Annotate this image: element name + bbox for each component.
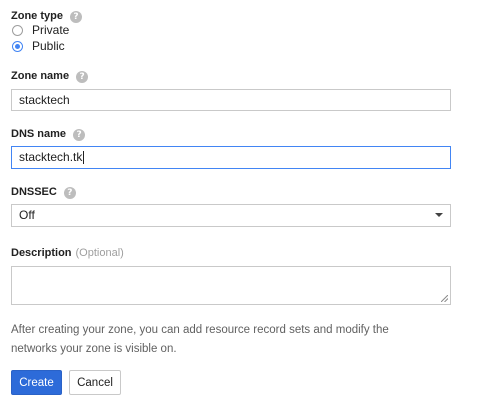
dnssec-label-text: DNSSEC: [11, 186, 57, 198]
zone-name-value: stacktech: [19, 93, 70, 107]
radio-label-private: Private: [32, 23, 70, 37]
info-text-line-2: networks your zone is visible on.: [11, 343, 177, 355]
radio-button-private[interactable]: [12, 24, 23, 36]
description-textarea[interactable]: [11, 266, 451, 305]
dnssec-selected-value: Off: [19, 208, 35, 222]
description-label-text: Description: [11, 247, 72, 259]
dns-name-value: stacktech.tk: [19, 150, 83, 164]
dnssec-select[interactable]: Off: [11, 204, 451, 227]
zone-type-label-text: Zone type: [11, 10, 63, 22]
dns-name-label-text: DNS name: [11, 128, 67, 140]
help-circle-icon[interactable]: ?: [63, 187, 76, 199]
cancel-button-label: Cancel: [77, 376, 113, 389]
info-text: After creating your zone, you can add re…: [11, 321, 471, 359]
help-circle-icon[interactable]: ?: [70, 11, 83, 23]
radio-button-public[interactable]: [12, 40, 23, 52]
dnssec-label: DNSSEC ?: [11, 185, 76, 199]
dns-name-input[interactable]: stacktech.tk: [11, 146, 451, 169]
optional-hint: (Optional): [75, 247, 124, 259]
description-label: Description (Optional): [11, 246, 124, 260]
text-caret: [83, 151, 85, 165]
zone-name-label-text: Zone name: [11, 70, 70, 82]
radio-option-private[interactable]: Private: [12, 22, 69, 38]
zone-type-label: Zone type ?: [11, 9, 83, 23]
dns-name-label: DNS name ?: [11, 127, 86, 141]
radio-label-public: Public: [32, 39, 65, 53]
dropdown-arrow-icon: [435, 213, 443, 217]
zone-name-label: Zone name ?: [11, 69, 89, 83]
zone-name-input[interactable]: stacktech: [11, 89, 451, 111]
create-button-label: Create: [19, 376, 54, 389]
cancel-button[interactable]: Cancel: [69, 370, 121, 395]
resize-handle-icon[interactable]: [441, 295, 448, 302]
info-text-line-1: After creating your zone, you can add re…: [11, 324, 389, 336]
help-circle-icon[interactable]: ?: [76, 71, 89, 83]
create-button[interactable]: Create: [11, 370, 62, 395]
help-circle-icon[interactable]: ?: [73, 129, 86, 141]
radio-option-public[interactable]: Public: [12, 38, 65, 54]
